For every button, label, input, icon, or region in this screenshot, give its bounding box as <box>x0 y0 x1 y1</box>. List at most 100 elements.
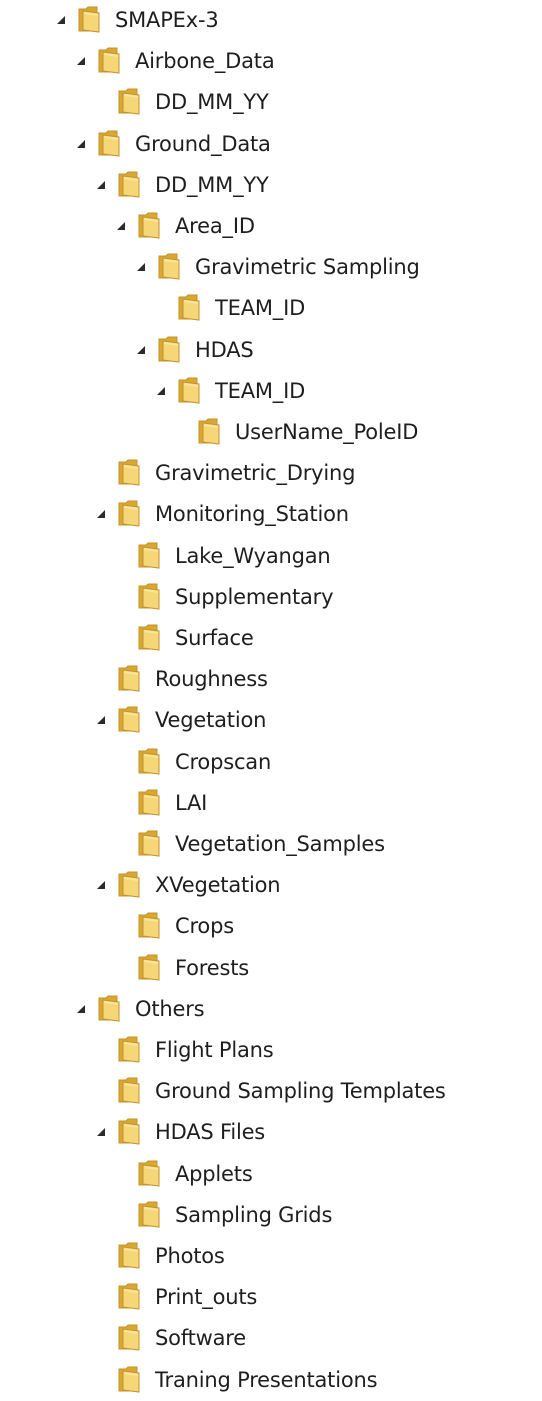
tree-item-label: XVegetation <box>155 873 281 898</box>
tree-item[interactable]: Others <box>0 989 542 1030</box>
folder-icon <box>137 623 161 651</box>
folder-icon <box>137 1159 161 1187</box>
tree-item[interactable]: Lake_Wyangan <box>0 536 542 577</box>
tree-item-label: Traning Presentations <box>155 1367 378 1392</box>
tree-item-label: Ground Sampling Templates <box>155 1079 446 1104</box>
tree-item[interactable]: Monitoring_Station <box>0 494 542 535</box>
collapse-arrow-icon[interactable] <box>95 714 107 726</box>
tree-item-label: Gravimetric Sampling <box>195 255 420 280</box>
tree-item[interactable]: SMAPEx-3 <box>0 0 542 41</box>
tree-item-label: Print_outs <box>155 1285 258 1310</box>
collapse-arrow-icon[interactable] <box>95 879 107 891</box>
tree-item[interactable]: DD_MM_YY <box>0 165 542 206</box>
collapse-arrow-icon[interactable] <box>75 138 87 150</box>
folder-icon <box>117 1282 141 1310</box>
folder-icon <box>97 46 121 74</box>
collapse-arrow-icon[interactable] <box>115 220 127 232</box>
tree-item[interactable]: Gravimetric_Drying <box>0 453 542 494</box>
folder-icon <box>117 1035 141 1063</box>
folder-icon <box>137 541 161 569</box>
tree-item-label: Lake_Wyangan <box>175 543 331 568</box>
collapse-arrow-icon[interactable] <box>55 14 67 26</box>
tree-item[interactable]: Airbone_Data <box>0 41 542 82</box>
folder-icon <box>117 664 141 692</box>
tree-item-label: UserName_PoleID <box>235 420 419 444</box>
tree-item[interactable]: Ground Sampling Templates <box>0 1071 542 1112</box>
folder-icon <box>117 170 141 198</box>
tree-item[interactable]: Supplementary <box>0 577 542 618</box>
tree-item[interactable]: Crops <box>0 906 542 947</box>
tree-item[interactable]: Surface <box>0 618 542 659</box>
tree-item-label: Gravimetric_Drying <box>155 461 356 486</box>
collapse-arrow-icon[interactable] <box>155 385 167 397</box>
folder-icon <box>197 417 221 445</box>
tree-item-label: Sampling Grids <box>175 1202 333 1227</box>
collapse-arrow-icon[interactable] <box>95 508 107 520</box>
tree-item-label: Cropscan <box>175 749 272 774</box>
folder-icon <box>137 911 161 939</box>
folder-icon <box>117 87 141 115</box>
tree-item[interactable]: Software <box>0 1318 542 1359</box>
tree-item[interactable]: Cropscan <box>0 742 542 783</box>
folder-icon <box>117 1076 141 1104</box>
folder-icon <box>97 129 121 157</box>
collapse-arrow-icon[interactable] <box>75 1003 87 1015</box>
collapse-arrow-icon[interactable] <box>95 179 107 191</box>
folder-icon <box>137 788 161 816</box>
folder-icon <box>117 1117 141 1145</box>
tree-item[interactable]: TEAM_ID <box>0 288 542 329</box>
folder-icon <box>117 499 141 527</box>
folder-icon <box>117 1241 141 1269</box>
tree-item-label: Photos <box>155 1244 225 1268</box>
tree-item[interactable]: Sampling Grids <box>0 1195 542 1236</box>
tree-item-label: SMAPEx-3 <box>115 8 219 32</box>
tree-item-label: LAI <box>175 790 208 815</box>
tree-item-label: HDAS <box>195 337 254 362</box>
tree-item[interactable]: Forests <box>0 948 542 989</box>
collapse-arrow-icon[interactable] <box>95 1126 107 1138</box>
folder-icon <box>137 953 161 981</box>
tree-item[interactable]: Vegetation <box>0 700 542 741</box>
tree-item-label: Area_ID <box>175 214 255 238</box>
folder-icon <box>177 376 201 404</box>
folder-tree: SMAPEx-3 Airbone_Data DD_MM_YY Ground_Data D… <box>0 0 542 1398</box>
folder-icon <box>117 458 141 486</box>
tree-item[interactable]: Gravimetric Sampling <box>0 247 542 288</box>
folder-icon <box>137 582 161 610</box>
tree-item[interactable]: LAI <box>0 783 542 824</box>
tree-item[interactable]: Vegetation_Samples <box>0 824 542 865</box>
tree-item[interactable]: Traning Presentations <box>0 1360 542 1401</box>
tree-item[interactable]: HDAS <box>0 330 542 371</box>
tree-item-label: Supplementary <box>175 584 334 609</box>
tree-item-label: Flight Plans <box>155 1038 274 1062</box>
tree-item[interactable]: Print_outs <box>0 1277 542 1318</box>
tree-item-label: Monitoring_Station <box>155 502 349 527</box>
tree-item-label: TEAM_ID <box>215 296 306 321</box>
folder-icon <box>117 870 141 898</box>
folder-icon <box>117 1323 141 1351</box>
tree-item-label: Ground_Data <box>135 131 271 156</box>
folder-icon <box>137 1200 161 1228</box>
collapse-arrow-icon[interactable] <box>75 55 87 67</box>
tree-item[interactable]: XVegetation <box>0 865 542 906</box>
tree-item-label: DD_MM_YY <box>155 172 269 197</box>
tree-item[interactable]: UserName_PoleID <box>0 412 542 453</box>
collapse-arrow-icon[interactable] <box>135 344 147 356</box>
tree-item[interactable]: Roughness <box>0 659 542 700</box>
tree-item-label: Surface <box>175 626 254 650</box>
tree-item[interactable]: DD_MM_YY <box>0 82 542 123</box>
tree-item[interactable]: Photos <box>0 1236 542 1277</box>
tree-item-label: Applets <box>175 1161 253 1186</box>
tree-item[interactable]: TEAM_ID <box>0 371 542 412</box>
tree-item[interactable]: Flight Plans <box>0 1030 542 1071</box>
folder-icon <box>177 293 201 321</box>
tree-item[interactable]: Ground_Data <box>0 124 542 165</box>
tree-item[interactable]: Applets <box>0 1154 542 1195</box>
folder-icon <box>97 994 121 1022</box>
tree-item[interactable]: Area_ID <box>0 206 542 247</box>
tree-item-label: HDAS Files <box>155 1120 266 1145</box>
collapse-arrow-icon[interactable] <box>135 261 147 273</box>
tree-item[interactable]: HDAS Files <box>0 1112 542 1153</box>
tree-item-label: Others <box>135 996 205 1021</box>
tree-item-label: Forests <box>175 955 249 980</box>
